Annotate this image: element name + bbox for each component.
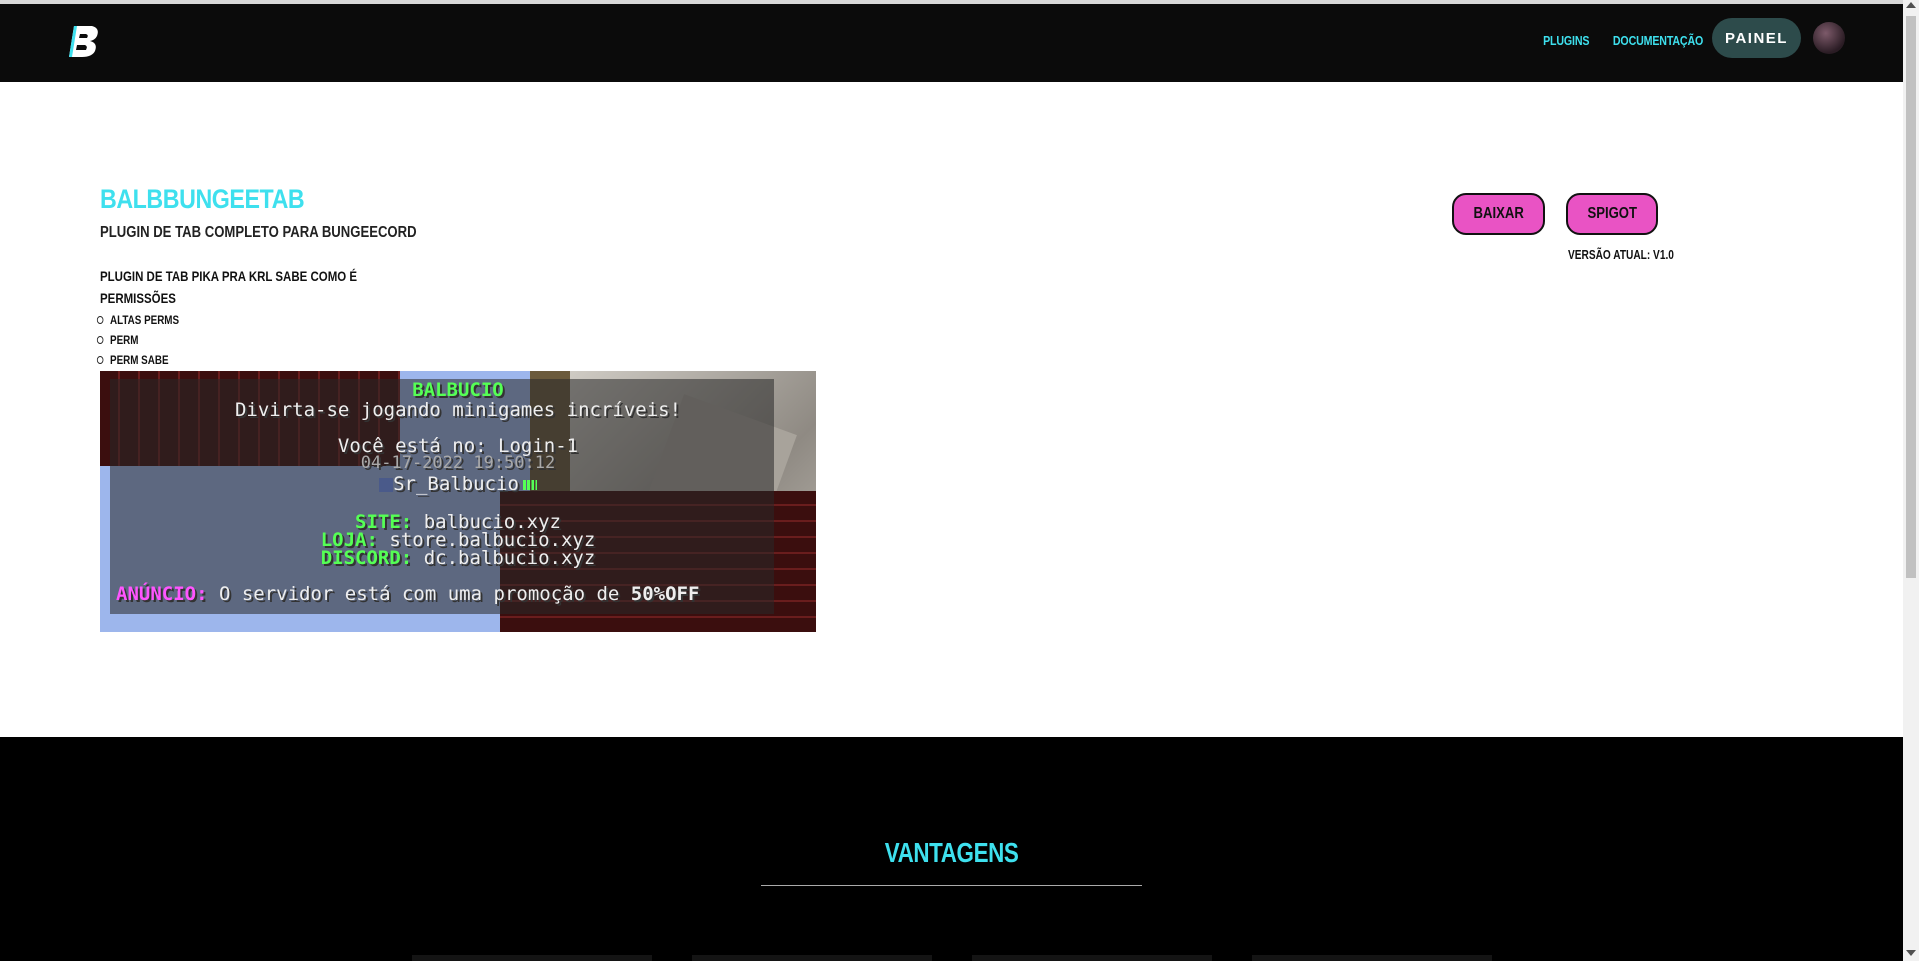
painel-button[interactable]: PAINEL — [1712, 18, 1801, 58]
spigot-button[interactable]: SPIGOT — [1566, 193, 1658, 235]
nav-documentation-link[interactable]: DOCUMENTAÇÃO — [1613, 33, 1703, 48]
announce-text: O servidor está com uma promoção de — [218, 583, 620, 605]
user-avatar[interactable] — [1813, 22, 1845, 54]
navbar: PLUGINS DOCUMENTAÇÃO PAINEL — [0, 4, 1903, 82]
scroll-down-arrow-icon[interactable] — [1906, 950, 1916, 956]
permission-item: PERM — [96, 333, 179, 353]
spigot-button-label: SPIGOT — [1587, 205, 1637, 222]
permissions-list: ALTAS PERMS PERM PERM SABE — [96, 313, 194, 373]
preview-tagline: Divirta-se jogando minigames incríveis! — [234, 399, 682, 421]
announce-highlight: 50%OFF — [630, 583, 700, 605]
feature-card — [1252, 955, 1492, 961]
preview-discord-row: DISCORD: dc.balbucio.xyz — [100, 547, 816, 569]
vantagens-title-text: VANTAGENS — [884, 837, 1019, 868]
scroll-up-arrow-icon[interactable] — [1906, 2, 1916, 8]
feature-card — [972, 955, 1212, 961]
current-version: VERSÃO ATUAL: V1.0 — [1568, 247, 1674, 262]
permissions-heading: PERMISSÕES — [100, 290, 176, 306]
permission-item: PERM SABE — [96, 353, 179, 373]
permission-item: ALTAS PERMS — [96, 313, 179, 333]
discord-label: DISCORD: — [320, 547, 413, 569]
section-divider — [761, 885, 1142, 886]
preview-server-name: BALBUCIO — [412, 379, 504, 401]
vantagens-section: VANTAGENS — [0, 737, 1903, 961]
preview-datetime: 04-17-2022 19:50:12 — [360, 453, 556, 473]
plugin-title: BALBBUNGEETAB — [100, 184, 305, 214]
plugin-description: PLUGIN DE TAB PIKA PRA KRL SABE COMO É — [100, 268, 358, 284]
tab-preview-image: BALBUCIO Divirta-se jogando minigames in… — [100, 371, 816, 632]
preview-announcement: ANÚNCIO: O servidor está com uma promoçã… — [116, 583, 699, 605]
preview-player: Sr_Balbucio — [100, 473, 816, 495]
download-button[interactable]: BAIXAR — [1452, 193, 1545, 235]
download-button-label: BAIXAR — [1473, 205, 1524, 222]
plugin-subtitle: PLUGIN DE TAB COMPLETO PARA BUNGEECORD — [100, 224, 417, 241]
b-logo-icon[interactable] — [66, 22, 104, 60]
player-head-icon — [379, 477, 394, 492]
nav-plugins-link[interactable]: PLUGINS — [1543, 33, 1589, 48]
announce-label: ANÚNCIO: — [116, 583, 208, 605]
feature-card — [412, 955, 652, 961]
discord-value: dc.balbucio.xyz — [423, 547, 596, 569]
feature-card — [692, 955, 932, 961]
scrollbar-thumb[interactable] — [1906, 16, 1916, 578]
vantagens-title: VANTAGENS — [0, 837, 1903, 869]
ping-bars-icon — [522, 479, 537, 490]
preview-player-name: Sr_Balbucio — [393, 473, 519, 495]
